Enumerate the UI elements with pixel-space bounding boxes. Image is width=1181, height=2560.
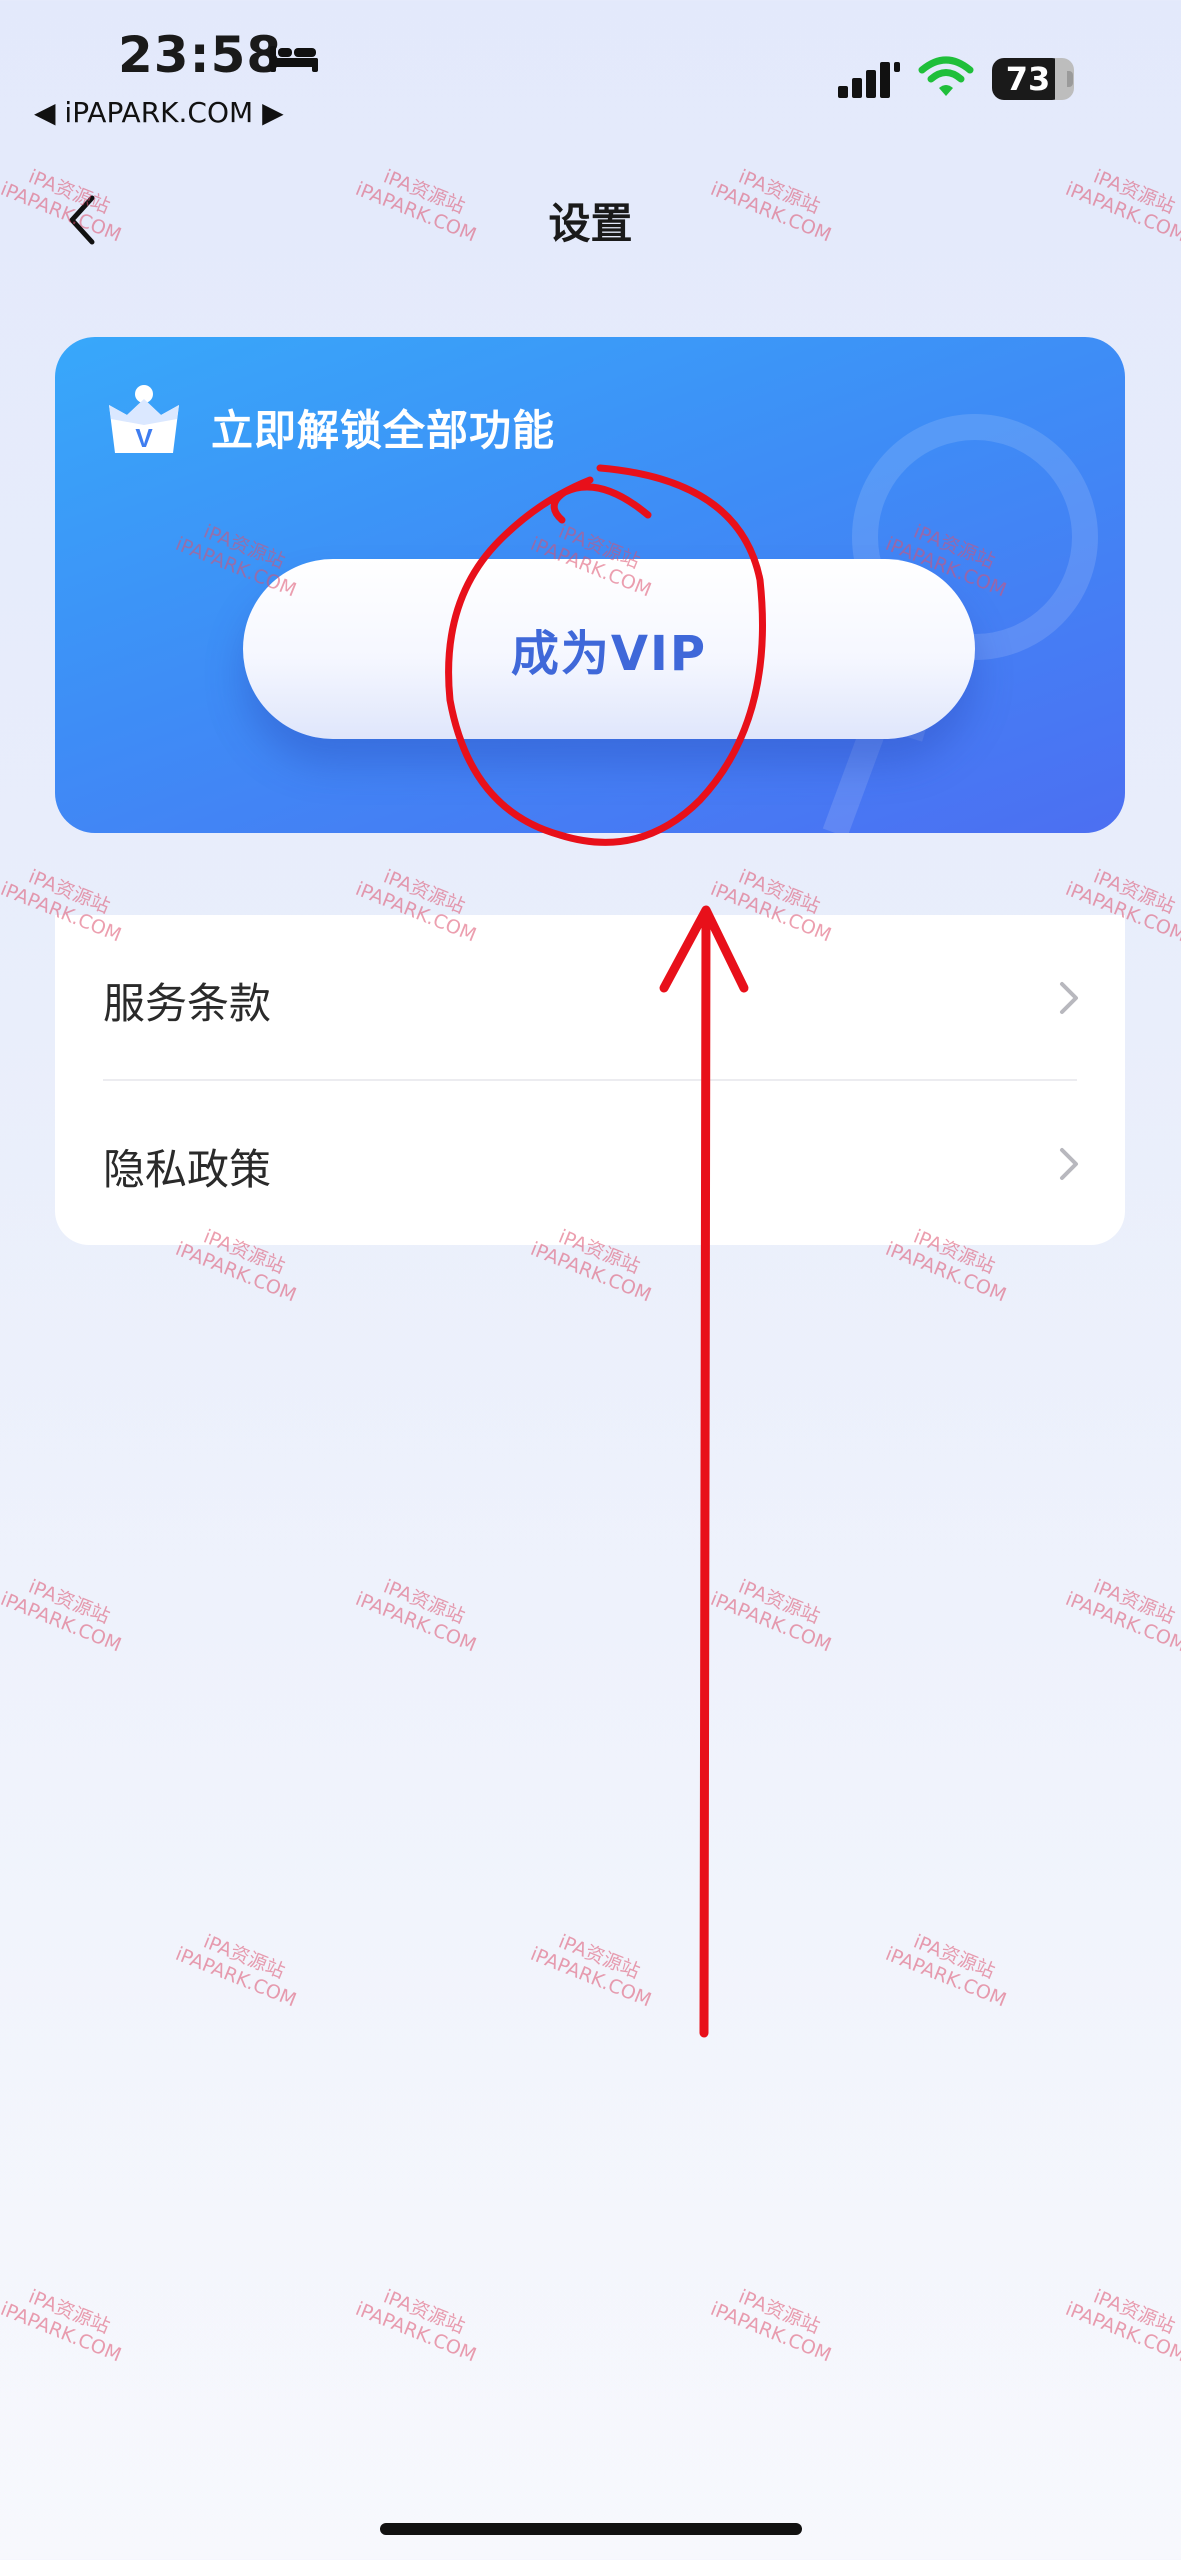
chevron-right-icon [1060, 1148, 1078, 1180]
vip-promo-card: V 立即解锁全部功能 成为VIP [55, 337, 1125, 833]
watermark-text: iPA资源站 iPAPARK.COM [0, 1575, 125, 1657]
back-to-app-link[interactable]: ◀ iPAPARK.COM ▶ [34, 96, 284, 129]
wifi-icon [918, 56, 974, 96]
home-indicator[interactable] [380, 2523, 802, 2535]
watermark-text: iPA资源站 iPAPARK.COM [707, 1575, 835, 1657]
watermark-text: iPA资源站 iPAPARK.COM [0, 2285, 125, 2367]
svg-text:V: V [135, 423, 153, 453]
watermark-text: iPA资源站 iPAPARK.COM [1062, 1575, 1181, 1657]
become-vip-button[interactable]: 成为VIP [243, 559, 975, 739]
vip-headline: 立即解锁全部功能 [211, 406, 556, 455]
chevron-right-icon [1060, 982, 1078, 1014]
page-title: 设置 [548, 199, 633, 248]
battery-icon: 73 [992, 58, 1074, 100]
battery-level: 73 [1005, 60, 1051, 98]
watermark-text: iPA资源站 iPAPARK.COM [172, 1930, 300, 2012]
watermark-text: iPA资源站 iPAPARK.COM [1062, 2285, 1181, 2367]
list-item-privacy-policy[interactable]: 隐私政策 [55, 1081, 1125, 1245]
list-item-terms-of-service[interactable]: 服务条款 [55, 915, 1125, 1081]
list-item-label: 服务条款 [103, 979, 272, 1028]
list-item-label: 隐私政策 [103, 1145, 272, 1194]
watermark-text: iPA资源站 iPAPARK.COM [527, 1930, 655, 2012]
bed-icon [270, 46, 318, 72]
crown-icon: V [109, 385, 179, 453]
watermark-text: iPA资源站 iPAPARK.COM [707, 2285, 835, 2367]
become-vip-label: 成为VIP [510, 626, 708, 682]
watermark-text: iPA资源站 iPAPARK.COM [352, 2285, 480, 2367]
settings-list: 服务条款 隐私政策 [55, 915, 1125, 1245]
watermark-text: iPA资源站 iPAPARK.COM [352, 1575, 480, 1657]
watermark-text: iPA资源站 iPAPARK.COM [882, 1930, 1010, 2012]
signal-icon [838, 62, 900, 98]
status-time: 23:58 [118, 26, 283, 84]
status-bar: 23:58 ◀ iPAPARK.COM ▶ 73 [0, 0, 1181, 130]
